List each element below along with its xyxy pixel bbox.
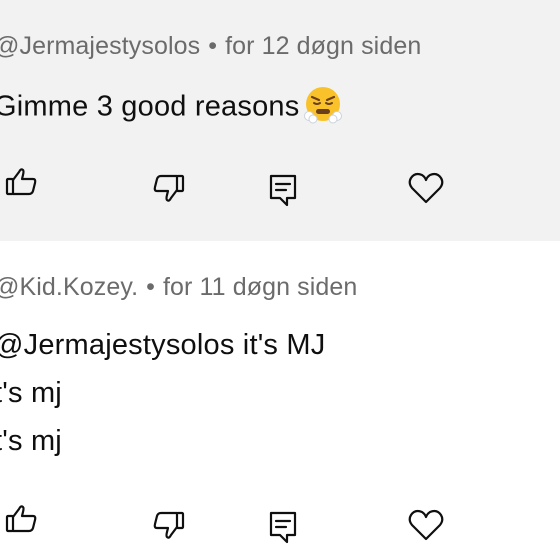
heart-icon[interactable] <box>406 505 446 545</box>
face-with-steam-from-nose-emoji <box>303 84 343 124</box>
comment-timestamp: for 12 døgn siden <box>225 32 422 60</box>
meta-separator: • <box>146 273 155 301</box>
comment-meta: @Jermajestysolos • for 12 døgn siden <box>0 32 421 61</box>
comment-timestamp: for 11 døgn siden <box>163 273 358 301</box>
heart-icon[interactable] <box>406 168 446 208</box>
comment-text-line-2: t's mj <box>0 377 62 409</box>
comment-text: Gimme 3 good reasons <box>0 87 343 128</box>
comment-card-2: @Kid.Kozey. • for 11 døgn siden @Jermajest… <box>0 241 560 560</box>
comment-text-line-1: @Jermajestysolos it's MJ <box>0 329 326 361</box>
comment-card-1: @Jermajestysolos • for 12 døgn siden Gimme… <box>0 0 560 241</box>
comment-actions <box>0 497 560 547</box>
comment-actions <box>0 160 560 210</box>
thumbs-up-icon[interactable] <box>2 499 42 539</box>
reply-comment-icon[interactable] <box>264 507 304 547</box>
comment-text-line: Gimme 3 good reasons <box>0 90 300 123</box>
thumbs-down-icon[interactable] <box>148 168 188 208</box>
comment-author-handle[interactable]: @Kid.Kozey. <box>0 273 138 301</box>
reply-comment-icon[interactable] <box>264 170 304 210</box>
meta-separator: • <box>208 32 218 60</box>
thumbs-down-icon[interactable] <box>148 505 188 545</box>
thumbs-up-icon[interactable] <box>2 162 42 202</box>
comment-text-line-3: t's mj <box>0 425 62 457</box>
comment-author-handle[interactable]: @Jermajestysolos <box>0 32 200 60</box>
comment-meta: @Kid.Kozey. • for 11 døgn siden <box>0 273 357 302</box>
